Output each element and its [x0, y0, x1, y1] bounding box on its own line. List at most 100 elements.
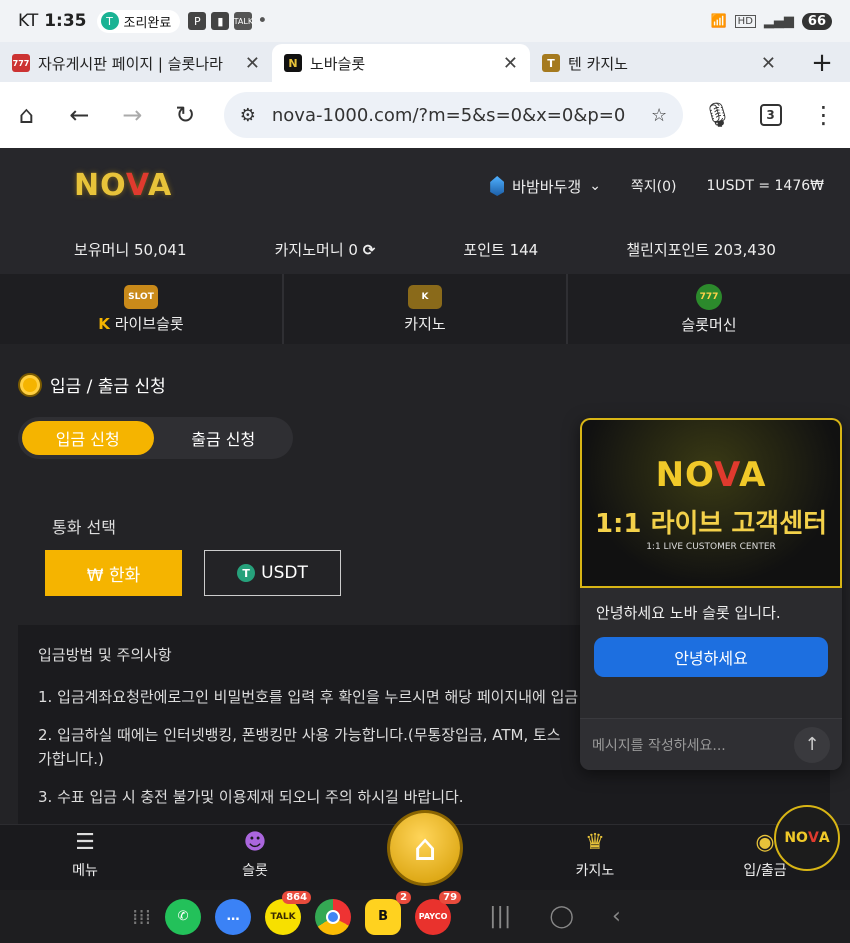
casino-crown-icon: ♛ — [585, 829, 605, 855]
bottom-nav-label: 슬롯 — [242, 863, 268, 879]
payco-label: PAYCO — [418, 912, 448, 921]
clock: 1:35 — [44, 11, 87, 31]
site-settings-icon[interactable]: ⚙ — [240, 105, 256, 126]
casino-crown-icon: K — [408, 284, 442, 309]
new-tab-button[interactable]: + — [794, 44, 850, 82]
phone-app-icon[interactable]: ✆ — [165, 898, 202, 935]
site-header: NOVA 바밤바두갱 ⌄ 쪽지(0) 1USDT = 1476₩ — [0, 148, 850, 224]
currency-label: 통화 선택 — [52, 518, 116, 537]
slot-icon: SLOT — [124, 284, 158, 309]
slot-favicon-icon: 777 — [12, 54, 30, 72]
nova-favicon-icon: N — [284, 54, 302, 72]
casino-favicon-icon: T — [542, 54, 560, 72]
notice-item: 3. 수표 입금 시 충전 불가및 이용제재 되오니 주의 하시길 바랍니다. — [38, 788, 464, 806]
talk-icon: TALK — [234, 12, 253, 30]
recents-icon[interactable]: ||| — [489, 904, 511, 929]
b-app-icon[interactable]: B2 — [365, 890, 412, 935]
tab-withdraw[interactable]: 출금 신청 — [158, 421, 290, 455]
user-menu[interactable]: 바밤바두갱 ⌄ — [490, 176, 601, 197]
close-icon[interactable]: ✕ — [503, 53, 518, 74]
bookmark-star-icon[interactable]: ☆ — [651, 105, 667, 126]
bottom-nav-slot[interactable]: ☻ 슬롯 — [170, 825, 340, 890]
messages-app-icon[interactable]: … — [215, 898, 252, 935]
more-dot-icon: • — [257, 11, 268, 31]
usdt-button[interactable]: T USDT — [204, 550, 341, 596]
page-title: 입금 / 출금 신청 — [50, 377, 166, 397]
chat-greeting: 안녕하세요 노바 슬롯 입니다. — [596, 604, 781, 622]
chat-reply-button[interactable]: 안녕하세요 — [594, 637, 828, 677]
home-icon[interactable]: ⌂ — [0, 88, 53, 142]
payco-app-icon[interactable]: PAYCO 79 — [415, 890, 462, 935]
level-badge-icon — [490, 176, 505, 196]
chrome-app-icon[interactable] — [315, 898, 352, 935]
b-badge: 2 — [396, 890, 412, 904]
nav-label: 슬롯머신 — [681, 315, 737, 334]
payco-badge: 79 — [439, 890, 462, 904]
kakaotalk-app-icon[interactable]: TALK 864 — [265, 890, 312, 935]
send-arrow-icon[interactable]: ↑ — [794, 726, 830, 763]
message-link[interactable]: 쪽지(0) — [631, 176, 677, 196]
nav-live-slot[interactable]: SLOT K 라이브슬롯 — [0, 274, 284, 344]
balance-bar: 보유머니 50,041 카지노머니 0 ⟳ 포인트 144 챌린지포인트 203… — [0, 224, 850, 274]
tab-count: 3 — [759, 104, 782, 126]
slot-machine-icon: 777 — [696, 283, 722, 310]
nova-logo[interactable]: NOVA — [74, 168, 172, 203]
chat-banner-title: 1:1 라이브 고객센터 — [594, 508, 828, 539]
tab-slotnara[interactable]: 777 자유게시판 페이지 | 슬롯나라 ✕ — [0, 44, 272, 82]
close-icon[interactable]: ✕ — [761, 53, 776, 74]
tab-title: 텐 카지노 — [568, 54, 628, 73]
close-icon[interactable]: ✕ — [245, 53, 260, 74]
address-bar-row: ⌂ ← → ↻ ⚙ nova-1000.com/?m=5&s=0&x=0&p=0… — [0, 82, 850, 148]
tab-switcher-button[interactable]: 3 — [744, 88, 797, 142]
bottom-nav-menu[interactable]: ☰ 메뉴 — [0, 825, 170, 890]
live-chat-widget: NOVA 1:1 라이브 고객센터 1:1 LIVE CUSTOMER CENT… — [580, 418, 842, 770]
coin-icon — [20, 374, 40, 395]
krw-button[interactable]: ₩ 한화 — [45, 550, 182, 596]
tab-novaslot[interactable]: N 노바슬롯 ✕ — [272, 44, 530, 82]
nav-slot-machine[interactable]: 777 슬롯머신 — [568, 274, 850, 344]
system-back-icon[interactable]: ‹ — [612, 904, 621, 929]
signal-icon: ▂▄▆ — [763, 13, 794, 29]
mic-icon[interactable]: 🎙 — [691, 88, 744, 142]
status-bar: KT 1:35 T 조리완료 P ▮ TALK • 📶 HD ▂▄▆ 66 — [0, 0, 850, 42]
game-nav: SLOT K 라이브슬롯 K 카지노 777 슬롯머신 — [0, 274, 850, 344]
challenge-points: 챌린지포인트 203,430 — [626, 240, 776, 259]
casino-money: 카지노머니 0 ⟳ — [274, 240, 376, 259]
tab-deposit[interactable]: 입금 신청 — [22, 421, 154, 455]
username: 바밤바두갱 — [512, 177, 582, 196]
menu-kebab-icon[interactable]: ⋮ — [797, 88, 850, 142]
exchange-rate: 1USDT = 1476₩ — [706, 178, 824, 194]
back-icon[interactable]: ← — [53, 88, 106, 142]
chat-placeholder: 메시지를 작성하세요... — [592, 737, 726, 754]
battery-indicator: 66 — [801, 12, 832, 30]
status-icons: 📶 HD ▂▄▆ 66 — [710, 12, 832, 30]
notification-pill[interactable]: T 조리완료 — [96, 9, 181, 33]
tether-icon: T — [237, 564, 256, 582]
tab-title: 노바슬롯 — [310, 54, 366, 73]
bottom-nav-casino[interactable]: ♛ 카지노 — [510, 825, 680, 890]
notification-text: 조리완료 — [123, 15, 172, 31]
media-icon: ▮ — [211, 12, 230, 30]
nav-label: K 라이브슬롯 — [98, 314, 184, 333]
tab-tencasino[interactable]: T 텐 카지노 ✕ — [530, 44, 788, 82]
reload-icon[interactable]: ↻ — [159, 88, 212, 142]
app-grid-icon[interactable]: ⁞⁞⁞ — [132, 905, 151, 929]
money-balance: 보유머니 50,041 — [74, 240, 187, 259]
chat-message-input[interactable]: 메시지를 작성하세요... ↑ — [580, 718, 842, 770]
home-button[interactable]: ⌂ — [390, 813, 460, 883]
nova-chat-fab[interactable]: NO V A — [774, 805, 840, 871]
bottom-nav-label: 카지노 — [575, 863, 615, 879]
wifi-icon: 📶 — [710, 13, 727, 29]
slot-character-icon: ☻ — [243, 829, 267, 855]
notification-icon: P — [188, 12, 207, 30]
points-balance: 포인트 144 — [463, 240, 539, 259]
bottom-nav-label: 입/출금 — [743, 863, 787, 879]
system-dock: ⁞⁞⁞ ✆ … TALK 864 B2 PAYCO 79 ||| ◯ ‹ — [0, 890, 850, 943]
refresh-icon[interactable]: ⟳ — [363, 241, 376, 259]
forward-icon[interactable]: → — [106, 88, 159, 142]
system-home-icon[interactable]: ◯ — [549, 904, 574, 929]
app-icon: T — [100, 12, 119, 30]
nav-casino[interactable]: K 카지노 — [284, 274, 568, 344]
talk-badge: 864 — [282, 890, 312, 904]
url-field[interactable]: ⚙ nova-1000.com/?m=5&s=0&x=0&p=0 ☆ — [223, 92, 684, 138]
